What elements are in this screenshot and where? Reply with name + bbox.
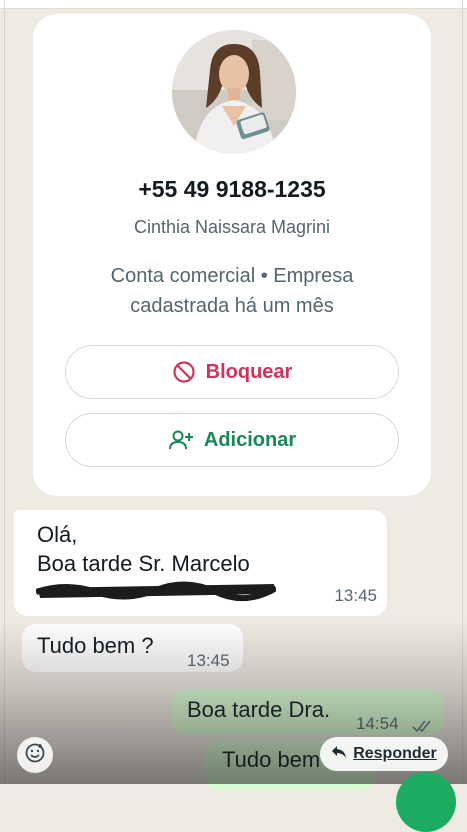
sticker-button[interactable] [17, 737, 53, 773]
message-timestamp: 14:54 [356, 714, 399, 733]
contact-phone-number: +55 49 9188-1235 [138, 176, 326, 202]
add-person-icon [168, 428, 194, 452]
reply-button[interactable]: Responder [320, 737, 448, 771]
add-contact-button[interactable]: Adicionar [65, 413, 399, 467]
add-button-label: Adicionar [203, 428, 297, 451]
outgoing-message[interactable]: Boa tarde Dra. 14:54 [172, 689, 444, 735]
message-text: Olá, Boa tarde Sr. Marcelo [37, 520, 250, 578]
reply-button-label: Responder [353, 745, 437, 762]
business-line-2: cadastrada há um mês [130, 295, 334, 317]
message-text: Tudo bem [222, 747, 321, 772]
message-text: Boa tarde Dra. [187, 697, 331, 722]
incoming-message[interactable]: Tudo bem ? 13:45 [22, 624, 243, 672]
block-button-label: Bloquear [205, 360, 293, 383]
business-line-1: Conta comercial • Empresa [110, 265, 354, 287]
incoming-message[interactable]: Olá, Boa tarde Sr. Marcelo 13:45 [14, 510, 387, 616]
block-button[interactable]: Bloquear [65, 345, 399, 399]
block-icon [172, 360, 196, 384]
redaction-scribble [36, 581, 276, 602]
contact-name: Cinthia Naissara Magrini [133, 217, 331, 237]
message-line-greeting: Olá, [37, 522, 78, 547]
message-line-salutation: Boa tarde Sr. Marcelo [37, 551, 250, 576]
contact-avatar[interactable] [172, 30, 296, 154]
compose-fab-button[interactable] [396, 772, 456, 832]
message-timestamp: 13:45 [334, 586, 377, 605]
reply-arrow-icon [331, 745, 347, 764]
business-account-info: Conta comercial • Empresa cadastrada há … [33, 261, 431, 321]
message-timestamp: 13:45 [187, 651, 230, 670]
message-text: Tudo bem ? [37, 633, 154, 658]
double-check-icon [412, 711, 434, 740]
smiley-sticker-icon [24, 742, 46, 769]
top-status-strip [0, 0, 467, 9]
contact-profile-card: +55 49 9188-1235 Cinthia Naissara Magrin… [33, 14, 431, 496]
